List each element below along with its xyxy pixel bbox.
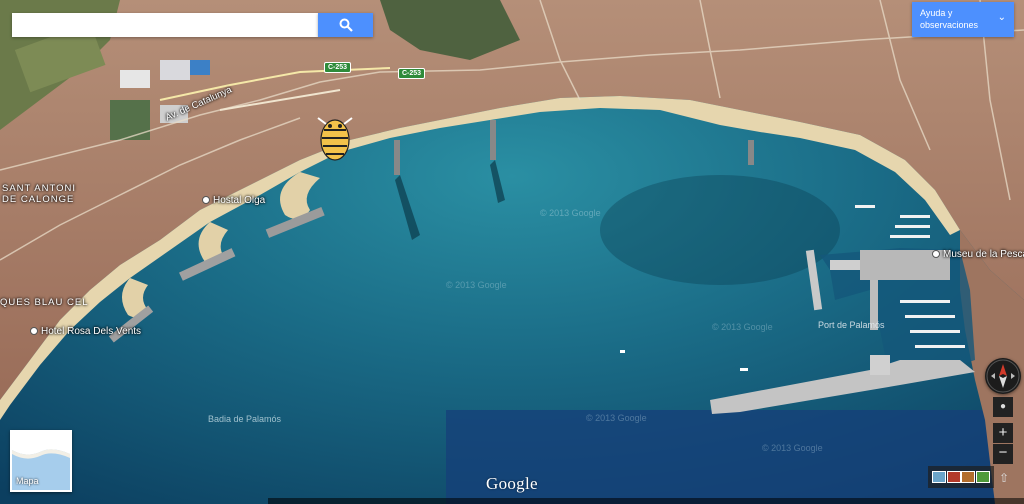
label-town: SANT ANTONI DE CALONGE — [2, 183, 76, 205]
chevron-down-icon: ⌄ — [997, 12, 1006, 23]
label-district: QUES BLAU CEL — [0, 297, 89, 308]
label-hotel[interactable]: Hotel Rosa Dels Vents — [30, 326, 141, 337]
map-watermark: © 2013 Google — [540, 208, 601, 218]
layer-thumb-satellite[interactable] — [932, 471, 947, 483]
label-museum[interactable]: Museu de la Pesca — [932, 249, 1024, 260]
hotel-poi-icon — [30, 327, 38, 336]
compass-icon — [986, 359, 1020, 393]
zoom-in-button[interactable]: + — [993, 423, 1013, 443]
zoom-out-button[interactable]: − — [993, 444, 1013, 464]
help-feedback-button[interactable]: Ayuda y observaciones ⌄ — [912, 2, 1014, 37]
layer-thumb-photos[interactable] — [961, 471, 976, 483]
layer-thumb-terrain[interactable] — [975, 471, 990, 483]
road-shield-c253-east: C-253 — [398, 68, 426, 79]
road-shield-c253-west: C-253 — [324, 62, 352, 73]
tiger-marker-icon[interactable] — [316, 114, 354, 164]
label-museum-text: Museu de la Pesca — [943, 249, 1024, 260]
map-type-toggle[interactable]: Mapa — [10, 430, 72, 492]
google-logo: Google — [486, 474, 538, 493]
map-watermark: © 2013 Google — [586, 413, 647, 423]
label-hostal-text: Hostal Olga — [213, 195, 266, 206]
hostal-poi-icon — [202, 196, 210, 205]
label-hostal[interactable]: Hostal Olga — [202, 195, 265, 206]
label-port: Port de Palamós — [818, 320, 885, 330]
map-watermark: © 2013 Google — [712, 322, 773, 332]
help-label-line2: observaciones — [920, 20, 979, 30]
label-town-line1: SANT ANTONI — [2, 183, 76, 194]
street-view-pegman-icon[interactable]: ● — [993, 397, 1013, 417]
layer-thumb-earth[interactable] — [946, 471, 961, 483]
museum-poi-icon — [932, 250, 940, 259]
compass-control[interactable] — [985, 358, 1021, 394]
search-input[interactable] — [12, 13, 318, 37]
satellite-map[interactable] — [0, 0, 1024, 504]
label-town-line2: DE CALONGE — [2, 194, 75, 205]
label-bay: Badia de Palamós — [208, 414, 282, 424]
imagery-layers-strip[interactable] — [928, 466, 994, 488]
help-label-line1: Ayuda y — [920, 8, 953, 18]
mini-map-label: Mapa — [16, 476, 39, 486]
map-watermark: © 2013 Google — [762, 443, 823, 453]
search-icon — [339, 18, 353, 32]
map-watermark: © 2013 Google — [446, 280, 507, 290]
search-button[interactable] — [318, 13, 373, 37]
attribution-bar — [268, 498, 1024, 504]
expand-icon[interactable]: ⇧ — [996, 470, 1012, 486]
label-hotel-text: Hotel Rosa Dels Vents — [41, 326, 142, 337]
